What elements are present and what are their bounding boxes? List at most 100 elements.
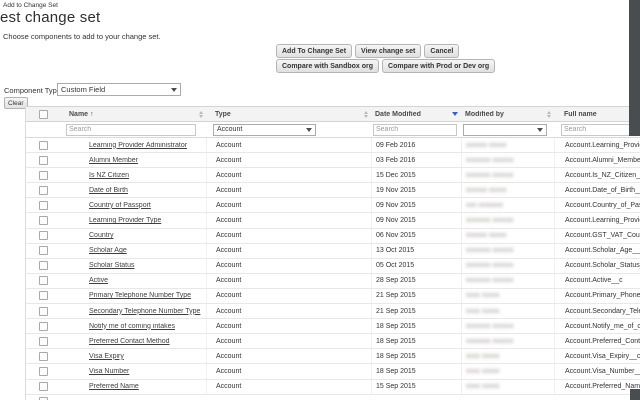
full-name-cell: Account.Is_NZ_Citizen__c (554, 168, 640, 182)
row-checkbox[interactable] (39, 171, 48, 180)
field-name-link[interactable]: Notify me of coming intakes (89, 323, 175, 330)
row-checkbox[interactable] (39, 291, 48, 300)
field-name-cell: Notify me of coming intakes (61, 323, 206, 330)
sort-icons[interactable] (364, 111, 368, 118)
view-change-set-button[interactable]: View change set (355, 44, 421, 58)
full-name-cell: Account.Date_of_Birth__c (554, 183, 640, 197)
breadcrumb[interactable]: Add to Change Set (3, 2, 58, 9)
field-name-link[interactable]: Preferred Contact Method (89, 338, 170, 345)
modified-by-blurred-name: xxxxxxx xxxxxx (466, 157, 513, 164)
row-checkbox[interactable] (39, 261, 48, 270)
modified-by-blurred-name: xxxxxxx xxxxxx (466, 338, 513, 345)
full-name-cell: Account.GST_VAT_Country__ (554, 229, 640, 243)
field-name-link[interactable]: Primary Telephone Number Type (89, 292, 191, 299)
sort-icons[interactable] (547, 111, 551, 118)
table-filter-row: Account (26, 122, 640, 138)
modified-by-blurred-name: xxxxxx xxxxx (466, 142, 506, 149)
field-name-cell: Primary Telephone Number Type (61, 292, 206, 299)
date-modified-cell: 06 Nov 2015 (371, 229, 461, 243)
full-name-cell: Account.Visa_Expiry__c (554, 349, 640, 363)
full-name-cell: Account.Secondary_Telephon (554, 304, 640, 318)
full-name-cell: Account.Visa_Number__c (554, 364, 640, 378)
modified-by-blurred-name: xxxx xxxxx (466, 292, 499, 299)
column-header-full-name[interactable]: Full name (554, 111, 640, 118)
sort-icons[interactable] (199, 111, 203, 118)
row-checkbox[interactable] (39, 276, 48, 285)
field-name-link[interactable]: Learning Provider Type (89, 217, 161, 224)
modified-by-cell: xxxxxxx xxxxxx (461, 168, 554, 182)
table-row: Notify me of coming intakesAccount18 Sep… (26, 319, 640, 334)
select-all-checkbox[interactable] (39, 110, 48, 119)
table-row: Primary Telephone Number TypeAccount21 S… (26, 289, 640, 304)
modified-by-blurred-name: xxxx xxxxx (466, 368, 499, 375)
field-name-link[interactable]: Learning Provider Administrator (89, 142, 187, 149)
field-name-link[interactable]: Alumni Member (89, 157, 138, 164)
name-search-input[interactable] (66, 124, 196, 136)
modified-by-blurred-name: xxxxxx xxxxx (466, 232, 506, 239)
table-body: Learning Provider AdministratorAccount09… (26, 138, 640, 400)
row-checkbox[interactable] (39, 141, 48, 150)
type-cell: Account (206, 244, 371, 258)
field-name-link[interactable]: Country of Passport (89, 202, 151, 209)
field-name-cell: Scholar Status (61, 262, 206, 269)
row-checkbox[interactable] (39, 216, 48, 225)
modified-by-cell: xxxxxxx xxxxxx (461, 153, 554, 167)
screen-edge-artifact-bottom-right (630, 389, 640, 400)
field-name-link[interactable]: Active (89, 277, 108, 284)
field-name-link[interactable]: Country (89, 232, 114, 239)
field-name-cell: Active (61, 277, 206, 284)
modified-by-filter-select[interactable] (463, 124, 547, 136)
column-header-date-modified[interactable]: Date Modified (371, 111, 461, 118)
row-checkbox[interactable] (39, 246, 48, 255)
row-checkbox[interactable] (39, 156, 48, 165)
field-name-link[interactable]: Preferred Name (89, 383, 139, 390)
field-name-cell: Learning Provider Type (61, 217, 206, 224)
row-checkbox[interactable] (39, 201, 48, 210)
date-filter-cell (371, 124, 461, 136)
row-checkbox[interactable] (39, 186, 48, 195)
field-name-link[interactable]: Visa Number (89, 368, 129, 375)
table-row: Visa NumberAccount18 Sep 2015xxxx xxxxxA… (26, 364, 640, 379)
modified-by-cell: xxx xxxxxxx (461, 198, 554, 212)
field-name-link[interactable]: Scholar Age (89, 247, 127, 254)
field-name-link[interactable]: Is NZ Citizen (89, 172, 129, 179)
row-checkbox[interactable] (39, 307, 48, 316)
field-name-link[interactable]: Visa Expiry (89, 353, 124, 360)
date-modified-cell: 13 Oct 2015 (371, 244, 461, 258)
table-row: Learning Provider TypeAccount09 Nov 2015… (26, 213, 640, 228)
row-checkbox[interactable] (39, 337, 48, 346)
compare-with-prod-or-dev-org-button[interactable]: Compare with Prod or Dev org (382, 59, 495, 73)
column-header-type[interactable]: Type (206, 111, 371, 118)
type-cell: Account (206, 349, 371, 363)
row-checkbox[interactable] (39, 322, 48, 331)
modified-by-cell: xxxx xxxxx (461, 380, 554, 394)
row-checkbox[interactable] (39, 352, 48, 361)
row-checkbox[interactable] (39, 231, 48, 240)
type-filter-select[interactable]: Account (213, 124, 316, 136)
date-search-input[interactable] (373, 124, 457, 136)
clear-button[interactable]: Clear (4, 97, 28, 109)
field-name-cell: Preferred Name (61, 383, 206, 390)
row-checkbox[interactable] (39, 382, 48, 391)
sort-dropdown-icon[interactable] (452, 112, 458, 116)
row-checkbox[interactable] (39, 367, 48, 376)
type-cell: Account (206, 319, 371, 333)
component-type-select[interactable]: Custom Field (57, 83, 181, 96)
field-name-link[interactable]: Secondary Telephone Number Type (89, 308, 200, 315)
row-checkbox-cell (26, 352, 61, 361)
cancel-button[interactable]: Cancel (424, 44, 459, 58)
table-row-partial (26, 395, 640, 400)
row-checkbox-cell (26, 171, 61, 180)
table-row: Learning Provider AdministratorAccount09… (26, 138, 640, 153)
row-checkbox-cell (26, 261, 61, 270)
column-header-modified-by[interactable]: Modified by (461, 111, 554, 118)
field-name-link[interactable]: Scholar Status (89, 262, 135, 269)
field-name-link[interactable]: Date of Birth (89, 187, 128, 194)
field-name-cell: Is NZ Citizen (61, 172, 206, 179)
modified-by-cell: xxxxxx xxxxx (461, 183, 554, 197)
screen-edge-artifact-top-right (629, 0, 640, 136)
column-header-name[interactable]: Name↑ (61, 111, 206, 118)
compare-with-sandbox-org-button[interactable]: Compare with Sandbox org (276, 59, 379, 73)
table-row: Preferred Contact MethodAccount18 Sep 20… (26, 334, 640, 349)
add-to-change-set-button[interactable]: Add To Change Set (276, 44, 352, 58)
